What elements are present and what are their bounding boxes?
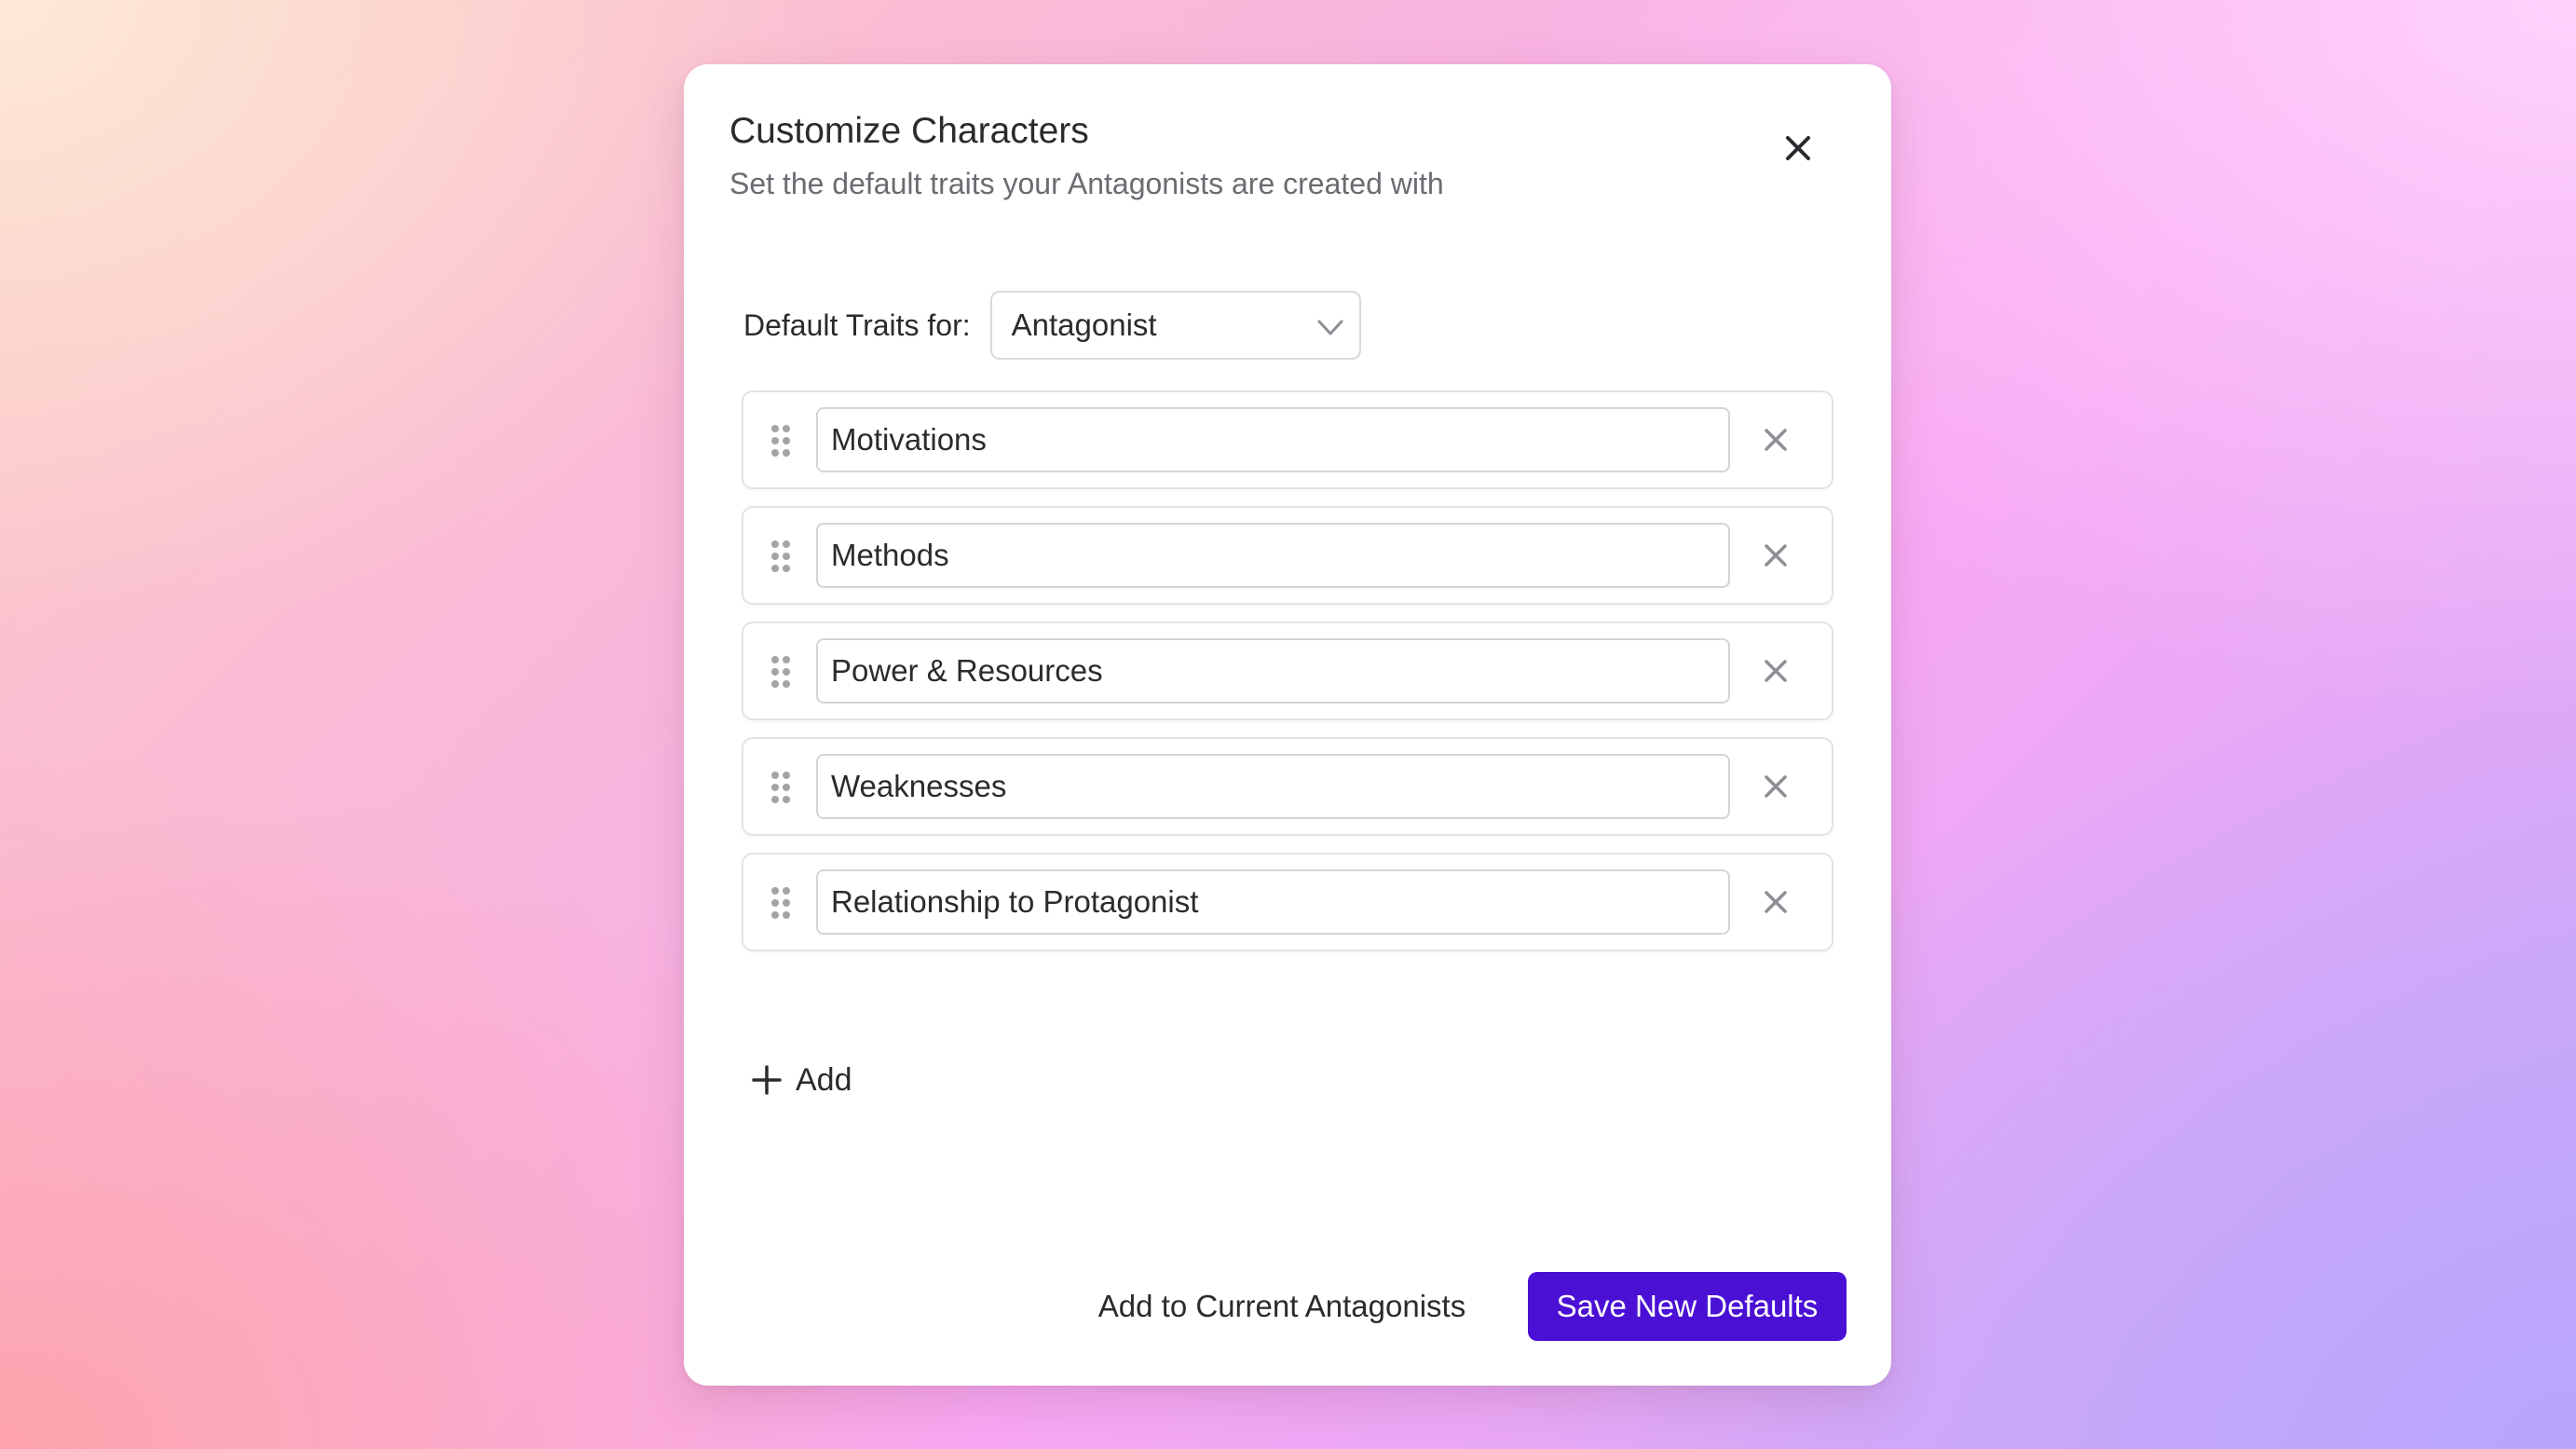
trait-row <box>742 506 1833 605</box>
close-icon <box>1765 429 1787 451</box>
trait-row <box>742 737 1833 836</box>
trait-row <box>742 622 1833 720</box>
drag-handle-icon[interactable] <box>770 886 791 920</box>
character-type-selected-value: Antagonist <box>1011 308 1157 342</box>
remove-trait-button[interactable] <box>1757 883 1794 921</box>
close-button[interactable] <box>1776 126 1820 171</box>
default-traits-selector-row: Default Traits for: Antagonist <box>743 290 1361 361</box>
close-icon <box>1765 891 1787 913</box>
trait-name-input[interactable] <box>816 523 1730 588</box>
trait-name-input[interactable] <box>816 869 1730 935</box>
drag-handle-icon[interactable] <box>770 655 791 689</box>
plus-icon <box>752 1065 782 1095</box>
close-icon <box>1786 136 1810 160</box>
remove-trait-button[interactable] <box>1757 652 1794 690</box>
trait-name-input[interactable] <box>816 754 1730 819</box>
add-to-current-antagonists-button[interactable]: Add to Current Antagonists <box>1079 1272 1485 1341</box>
drag-handle-icon[interactable] <box>770 771 791 804</box>
close-icon <box>1765 775 1787 798</box>
remove-trait-button[interactable] <box>1757 537 1794 574</box>
close-icon <box>1765 660 1787 682</box>
drag-handle-icon[interactable] <box>770 424 791 458</box>
save-new-defaults-button[interactable]: Save New Defaults <box>1528 1272 1847 1341</box>
trait-name-input[interactable] <box>816 638 1730 704</box>
trait-list <box>742 390 1833 968</box>
trait-row <box>742 853 1833 951</box>
add-trait-label: Add <box>796 1061 852 1098</box>
close-icon <box>1765 544 1787 567</box>
character-type-select[interactable]: Antagonist <box>989 291 1361 360</box>
dialog-subtitle: Set the default traits your Antagonists … <box>729 167 1444 200</box>
chevron-down-icon <box>1317 320 1343 335</box>
trait-row <box>742 390 1833 489</box>
drag-handle-icon[interactable] <box>770 540 791 573</box>
customize-characters-dialog: Customize Characters Set the default tra… <box>684 64 1891 1386</box>
default-traits-label: Default Traits for: <box>743 308 971 342</box>
dialog-title: Customize Characters <box>729 111 1089 151</box>
remove-trait-button[interactable] <box>1757 768 1794 805</box>
add-trait-button[interactable]: Add <box>751 1057 852 1103</box>
remove-trait-button[interactable] <box>1757 421 1794 458</box>
trait-name-input[interactable] <box>816 407 1730 472</box>
